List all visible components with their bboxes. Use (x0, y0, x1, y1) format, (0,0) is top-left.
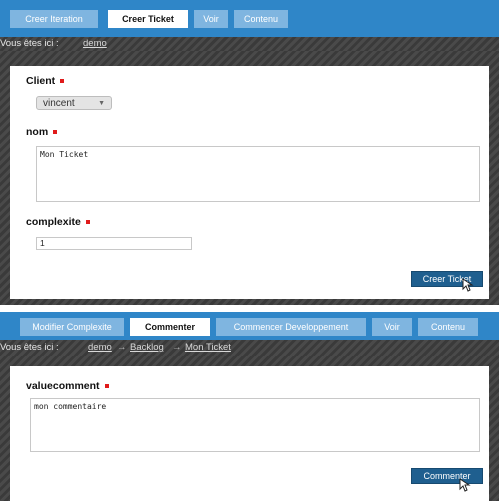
breadcrumb-link-mon-ticket[interactable]: Mon Ticket (185, 341, 231, 354)
breadcrumb-link-demo[interactable]: demo (88, 341, 112, 354)
breadcrumb-prefix: Vous êtes ici : (0, 342, 59, 353)
tab-modifier-complexite[interactable]: Modifier Complexite (20, 318, 124, 336)
nom-label: nom (26, 126, 58, 138)
breadcrumb-link-backlog[interactable]: Backlog (130, 341, 164, 354)
required-marker-icon (104, 384, 109, 389)
breadcrumb-separator: → (117, 342, 127, 353)
tab-commencer-developpement[interactable]: Commencer Developpement (216, 318, 366, 336)
tab-contenu[interactable]: Contenu (418, 318, 478, 336)
mouse-pointer-icon (459, 478, 471, 492)
client-label: Client (26, 75, 65, 87)
comment-textarea[interactable]: mon commentaire (30, 398, 480, 452)
ticket-form: Client vincent ▼ nom Mon Ticket complexi… (10, 66, 489, 299)
breadcrumb-link-demo[interactable]: demo (83, 37, 107, 50)
required-marker-icon (60, 79, 65, 84)
client-select[interactable]: vincent ▼ (36, 96, 112, 110)
nom-textarea[interactable]: Mon Ticket (36, 146, 480, 202)
comment-form: valuecomment mon commentaire Commenter (10, 366, 489, 501)
required-marker-icon (85, 220, 90, 225)
create-ticket-panel: Creer Iteration Creer Ticket Voir Conten… (0, 0, 499, 305)
tab-voir[interactable]: Voir (194, 10, 228, 28)
tab-creer-iteration[interactable]: Creer Iteration (10, 10, 98, 28)
select-chevron-icon: ▼ (98, 100, 105, 107)
valuecomment-label: valuecomment (26, 380, 109, 392)
breadcrumb: Vous êtes ici : demo (0, 37, 499, 51)
top-navbar: Creer Iteration Creer Ticket Voir Conten… (0, 0, 499, 38)
tab-commenter[interactable]: Commenter (130, 318, 210, 336)
required-marker-icon (53, 130, 58, 135)
complexite-label: complexite (26, 216, 90, 228)
tab-creer-ticket[interactable]: Creer Ticket (108, 10, 188, 28)
breadcrumb-prefix: Vous êtes ici : (0, 38, 59, 49)
comment-panel: Modifier Complexite Commenter Commencer … (0, 312, 499, 501)
tab-voir[interactable]: Voir (372, 318, 412, 336)
commenter-button[interactable]: Commenter (411, 468, 483, 484)
breadcrumb: Vous êtes ici : demo → Backlog → Mon Tic… (0, 340, 499, 356)
breadcrumb-separator: → (172, 342, 182, 353)
top-navbar: Modifier Complexite Commenter Commencer … (0, 312, 499, 341)
tab-contenu[interactable]: Contenu (234, 10, 288, 28)
complexite-input[interactable]: 1 (36, 237, 192, 250)
mouse-pointer-icon (462, 278, 474, 292)
